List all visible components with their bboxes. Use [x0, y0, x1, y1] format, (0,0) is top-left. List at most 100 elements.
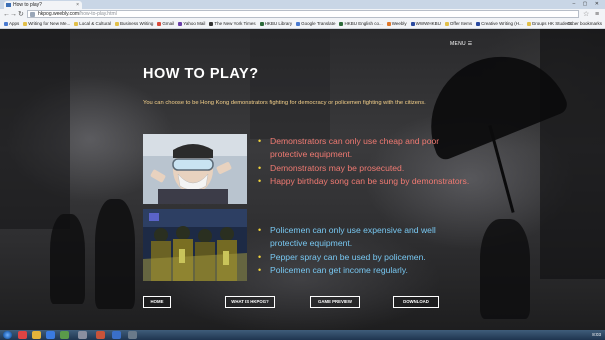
rule-item: • Policemen can only use expensive and we… — [258, 224, 473, 251]
system-tray[interactable]: 8:03 — [592, 330, 601, 340]
url-field[interactable]: hkpog.weebly.com/how-to-play.html — [27, 10, 579, 18]
nav-button-what-is[interactable]: WHAT IS HKPOG? — [225, 296, 275, 308]
rule-text: Demonstrators may be prosecuted. — [270, 162, 405, 173]
nav-button-home[interactable]: HOME — [143, 296, 171, 308]
browser-tab-strip: How to play? × ‒ ▢ ✕ — [0, 0, 605, 9]
bullet-icon: • — [258, 225, 262, 235]
rule-item: • Happy birthday song can be sung by demo… — [258, 175, 473, 188]
police-photo — [143, 209, 247, 281]
url-host: hkpog.weebly.com — [38, 11, 80, 17]
rule-text: Policemen can get income regularly. — [270, 265, 408, 276]
os-taskbar: 8:03 — [0, 330, 605, 340]
word-icon[interactable] — [112, 331, 121, 339]
bookmark-icon — [476, 21, 481, 26]
bookmark-icon — [339, 21, 344, 26]
background-building — [250, 29, 330, 139]
bookmark-label: Gmail — [162, 21, 175, 26]
app-icon[interactable] — [128, 331, 137, 339]
browser-tab[interactable]: How to play? × — [4, 1, 82, 9]
page-title: HOW TO PLAY? — [143, 66, 259, 82]
bookmark-icon — [74, 21, 79, 26]
back-icon[interactable]: ← — [3, 10, 10, 19]
bookmark-item[interactable]: The New York Times — [209, 20, 256, 28]
app-icon[interactable] — [46, 331, 55, 339]
bookmark-item[interactable]: Apps — [4, 20, 19, 28]
bookmark-label: WWWHKBU — [415, 21, 441, 26]
start-button-icon[interactable] — [3, 331, 12, 339]
bookmark-item[interactable]: HKBU English co... — [339, 20, 383, 28]
close-tab-icon[interactable]: × — [76, 1, 79, 9]
tab-title: How to play? — [13, 2, 42, 8]
other-bookmarks[interactable]: Other bookmarks — [567, 20, 602, 28]
bookmark-label: HKBU Library — [264, 21, 293, 26]
bookmark-item[interactable]: Local & Cultural — [74, 20, 111, 28]
rule-item: • Pepper spray can be used by policemen. — [258, 251, 473, 264]
bookmark-icon — [4, 21, 8, 26]
demonstrator-rules-list: • Demonstrators can only use cheap and po… — [258, 135, 473, 189]
bookmark-item[interactable]: Weebly — [386, 20, 407, 28]
bookmark-item[interactable]: Business Writing — [114, 20, 154, 28]
rule-text: Policemen can only use expensive and wel… — [270, 225, 436, 249]
bookmark-label: Offer Items — [449, 21, 473, 26]
bookmark-label: The New York Times — [214, 21, 256, 26]
bookmark-item[interactable]: WWWHKBU — [410, 20, 441, 28]
forward-icon[interactable]: → — [10, 10, 17, 19]
bookmark-icon — [386, 21, 391, 26]
bookmark-star-icon[interactable]: ☆ — [583, 10, 589, 19]
menu-link[interactable]: MENU ☰ — [450, 41, 472, 47]
bookmark-item[interactable]: Writing for New Me... — [23, 20, 70, 28]
bookmark-label: Creative Writing (H... — [481, 21, 523, 26]
app-icon[interactable] — [18, 331, 27, 339]
window-controls[interactable]: ‒ ▢ ✕ — [573, 1, 602, 7]
chrome-icon[interactable] — [60, 331, 69, 339]
bookmark-icon — [296, 21, 301, 26]
bookmarks-bar: Apps Writing for New Me... Local & Cultura… — [0, 20, 605, 29]
nav-button-download[interactable]: DOWNLOAD — [393, 296, 439, 308]
bookmark-icon — [157, 21, 162, 26]
bookmark-item[interactable]: Google Translate — [296, 20, 335, 28]
bookmark-icon — [444, 21, 449, 26]
bookmark-icon — [410, 21, 415, 26]
demonstrator-photo — [143, 134, 247, 204]
protester-silhouette — [95, 199, 135, 309]
rule-text: Demonstrators can only use cheap and poo… — [270, 136, 440, 160]
bookmark-label: Business Writing — [119, 21, 154, 26]
protester-silhouette — [50, 214, 85, 304]
bookmark-item[interactable]: Gmail — [157, 20, 174, 28]
url-path: /how-to-play.html — [79, 11, 117, 17]
bookmark-label: HKBU English co... — [344, 21, 383, 26]
protester-silhouette — [480, 219, 530, 319]
bookmark-label: Yahoo Mail — [183, 21, 206, 26]
app-icon[interactable] — [78, 331, 87, 339]
bookmark-icon — [178, 21, 183, 26]
bookmark-label: Weebly — [391, 21, 407, 26]
bookmark-item[interactable]: Offer Items — [444, 20, 473, 28]
bookmark-icon — [259, 21, 264, 26]
browser-menu-icon[interactable]: ≡ — [595, 10, 599, 19]
powerpoint-icon[interactable] — [96, 331, 105, 339]
rule-text: Pepper spray can be used by policemen. — [270, 251, 426, 262]
bullet-icon: • — [258, 251, 262, 262]
bookmark-item[interactable]: HKBU Library — [259, 20, 293, 28]
page-info-icon — [30, 12, 35, 17]
reload-icon[interactable]: ↻ — [18, 10, 24, 19]
nav-button-game-preview[interactable]: GAME PREVIEW — [310, 296, 360, 308]
bookmark-item[interactable]: Yahoo Mail — [178, 20, 205, 28]
bookmark-icon — [209, 21, 214, 26]
page-hero: MENU ☰ HOW TO PLAY? You can choose to be… — [0, 29, 605, 330]
bookmark-label: Apps — [9, 21, 20, 26]
bullet-icon: • — [258, 136, 262, 146]
bookmark-icon — [114, 21, 119, 26]
bullet-icon: • — [258, 176, 262, 187]
rule-item: • Demonstrators can only use cheap and po… — [258, 135, 473, 162]
folder-icon[interactable] — [32, 331, 41, 339]
bookmark-item[interactable]: Creative Writing (H... — [476, 20, 523, 28]
intro-text: You can choose to be Hong Kong demonstra… — [143, 100, 426, 106]
bookmark-label: Writing for New Me... — [28, 21, 71, 26]
bookmark-icon — [23, 21, 28, 26]
bookmark-icon — [526, 21, 531, 26]
bullet-icon: • — [258, 162, 262, 173]
bookmark-label: Google Translate — [301, 21, 336, 26]
bookmark-label: Local & Cultural — [79, 21, 111, 26]
bullet-icon: • — [258, 265, 262, 276]
